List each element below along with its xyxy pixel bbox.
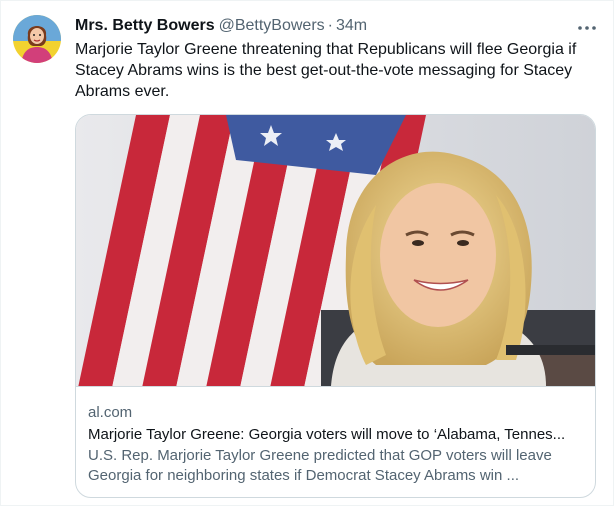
user-handle[interactable]: @BettyBowers (219, 17, 325, 34)
link-card[interactable]: al.com Marjorie Taylor Greene: Georgia v… (75, 114, 596, 498)
more-horizontal-icon (578, 26, 596, 30)
card-domain: al.com (88, 404, 133, 421)
tweet[interactable]: Mrs. Betty Bowers @BettyBowers · 34m Marjor… (0, 0, 614, 506)
tweet-text: Marjorie Taylor Greene threatening that … (75, 41, 577, 100)
card-description: U.S. Rep. Marjorie Taylor Greene predict… (88, 447, 552, 484)
avatar[interactable] (13, 15, 61, 63)
tweet-header: Mrs. Betty Bowers @BettyBowers · 34m (75, 15, 573, 37)
card-title[interactable]: Marjorie Taylor Greene: Georgia voters w… (88, 425, 583, 445)
display-name[interactable]: Mrs. Betty Bowers (75, 17, 215, 34)
more-options-button[interactable] (575, 19, 599, 37)
card-divider (76, 386, 595, 387)
timestamp[interactable]: 34m (336, 17, 367, 34)
separator-dot: · (327, 17, 333, 34)
card-image (76, 115, 595, 386)
avatar-image (13, 15, 61, 63)
